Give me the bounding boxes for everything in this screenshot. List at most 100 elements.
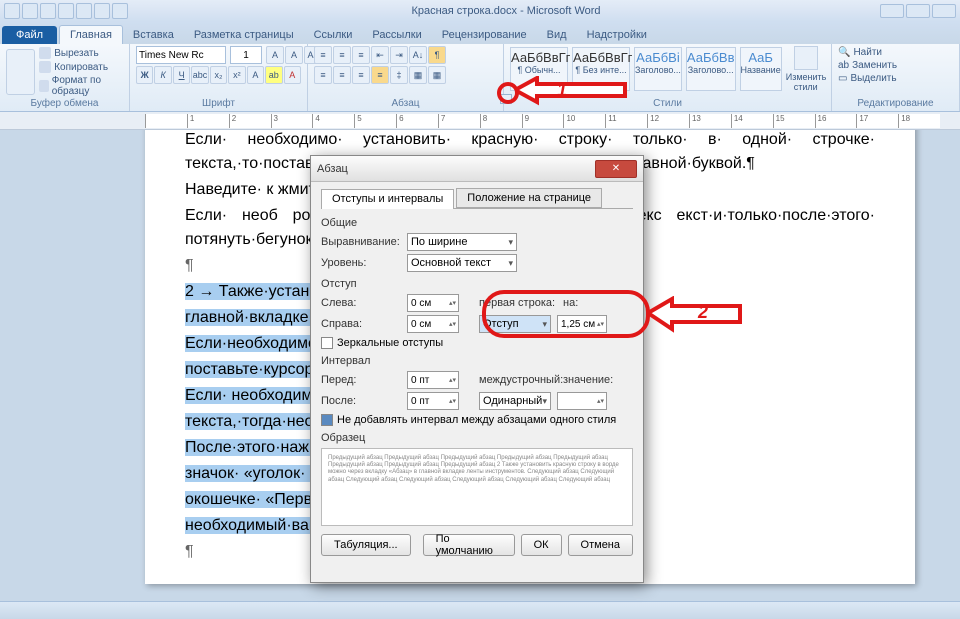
left-spinner[interactable]: 0 см <box>407 294 459 312</box>
ruler-inner[interactable]: 123456789101112131415161718 <box>145 114 940 128</box>
paragraph-dialog-launcher[interactable] <box>500 94 512 104</box>
tab-home[interactable]: Главная <box>59 25 123 44</box>
ok-button[interactable]: ОК <box>521 534 562 556</box>
firstline-select[interactable]: Отступ <box>479 315 551 333</box>
line-select[interactable]: Одинарный <box>479 392 551 410</box>
align-label: Выравнивание: <box>321 236 401 248</box>
bold-button[interactable]: Ж <box>136 66 153 84</box>
group-label: Редактирование <box>838 98 953 109</box>
dialog-close-button[interactable]: ✕ <box>595 160 637 178</box>
left-label: Слева: <box>321 297 401 309</box>
lineat-spinner[interactable] <box>557 392 607 410</box>
group-font: AAAa Ж К Ч abc x₂ x² A ab A Шрифт <box>130 44 308 111</box>
close-button[interactable] <box>932 4 956 18</box>
copy-button[interactable]: Копировать <box>39 60 123 74</box>
bullets-icon[interactable]: ≡ <box>314 46 332 64</box>
outdent-icon[interactable]: ⇤ <box>371 46 389 64</box>
right-spinner[interactable]: 0 см <box>407 315 459 333</box>
undo-icon[interactable] <box>40 3 56 19</box>
change-styles-button[interactable]: Изменить стили <box>786 46 826 92</box>
by-label: на: <box>563 297 587 309</box>
tab-insert[interactable]: Вставка <box>123 26 184 44</box>
before-spinner[interactable]: 0 пт <box>407 371 459 389</box>
highlight-button[interactable]: ab <box>265 66 282 84</box>
default-button[interactable]: По умолчанию <box>423 534 515 556</box>
sort-icon[interactable]: A↓ <box>409 46 427 64</box>
qat-item[interactable] <box>112 3 128 19</box>
tab-view[interactable]: Вид <box>537 26 577 44</box>
redo-icon[interactable] <box>58 3 74 19</box>
italic-button[interactable]: К <box>154 66 171 84</box>
dialog-titlebar[interactable]: Абзац ✕ <box>311 156 643 182</box>
showmarks-icon[interactable]: ¶ <box>428 46 446 64</box>
mirror-check[interactable]: Зеркальные отступы <box>321 337 633 349</box>
strike-button[interactable]: abc <box>191 66 208 84</box>
status-bar <box>0 601 960 619</box>
underline-button[interactable]: Ч <box>173 66 190 84</box>
indent-icon[interactable]: ⇥ <box>390 46 408 64</box>
titlebar: Красная строка.docx - Microsoft Word <box>0 0 960 22</box>
qat-item[interactable] <box>76 3 92 19</box>
grow-font-icon[interactable]: A <box>266 46 284 64</box>
line-label: междустрочный: <box>479 374 557 386</box>
group-label: Абзац <box>314 98 497 109</box>
multilevel-icon[interactable]: ≡ <box>352 46 370 64</box>
section-indent: Отступ <box>321 278 633 290</box>
lineat-label: значение: <box>563 374 607 386</box>
shrink-font-icon[interactable]: A <box>285 46 303 64</box>
by-spinner[interactable]: 1,25 см <box>557 315 607 333</box>
find-icon: 🔍 <box>838 47 850 58</box>
window-title: Красная строка.docx - Microsoft Word <box>132 5 880 17</box>
cut-button[interactable]: Вырезать <box>39 46 123 60</box>
tab-references[interactable]: Ссылки <box>304 26 363 44</box>
effects-button[interactable]: A <box>247 66 264 84</box>
paste-button[interactable] <box>6 49 35 95</box>
dialog-tab-indents[interactable]: Отступы и интервалы <box>321 189 454 209</box>
borders-icon[interactable]: ▦ <box>428 66 446 84</box>
select-button[interactable]: ▭Выделить <box>838 72 953 85</box>
font-size-select[interactable] <box>230 46 262 64</box>
tabstops-button[interactable]: Табуляция... <box>321 534 411 556</box>
tab-layout[interactable]: Разметка страницы <box>184 26 304 44</box>
style-heading1[interactable]: АаБбВіЗаголово... <box>634 47 682 91</box>
line-spacing-icon[interactable]: ‡ <box>390 66 408 84</box>
minimize-button[interactable] <box>880 4 904 18</box>
replace-button[interactable]: abЗаменить <box>838 59 953 72</box>
align-center-icon[interactable]: ≡ <box>333 66 351 84</box>
level-select[interactable]: Основной текст <box>407 254 517 272</box>
align-right-icon[interactable]: ≡ <box>352 66 370 84</box>
style-heading2[interactable]: АаБбВвЗаголово... <box>686 47 736 91</box>
cancel-button[interactable]: Отмена <box>568 534 633 556</box>
style-title[interactable]: АаБНазвание <box>740 47 782 91</box>
maximize-button[interactable] <box>906 4 930 18</box>
tab-review[interactable]: Рецензирование <box>432 26 537 44</box>
tab-mailings[interactable]: Рассылки <box>362 26 431 44</box>
subscript-button[interactable]: x₂ <box>210 66 227 84</box>
preview-box: Предыдущий абзац Предыдущий абзац Предыд… <box>321 448 633 526</box>
after-spinner[interactable]: 0 пт <box>407 392 459 410</box>
superscript-button[interactable]: x² <box>228 66 245 84</box>
shading-icon[interactable]: ▦ <box>409 66 427 84</box>
tab-addins[interactable]: Надстройки <box>577 26 657 44</box>
save-icon[interactable] <box>22 3 38 19</box>
font-family-select[interactable] <box>136 46 226 64</box>
find-button[interactable]: 🔍Найти <box>838 46 953 59</box>
before-label: Перед: <box>321 374 401 386</box>
qat-item[interactable] <box>94 3 110 19</box>
copy-icon <box>39 61 51 73</box>
style-nospacing[interactable]: АаБбВвГг¶ Без инте... <box>572 47 630 91</box>
section-general: Общие <box>321 217 633 229</box>
justify-icon[interactable]: ≡ <box>371 66 389 84</box>
ruler[interactable]: 123456789101112131415161718 <box>0 112 960 130</box>
tab-file[interactable]: Файл <box>2 26 57 44</box>
group-label: Буфер обмена <box>6 98 123 109</box>
font-color-button[interactable]: A <box>284 66 301 84</box>
dialog-tab-position[interactable]: Положение на странице <box>456 188 602 208</box>
align-left-icon[interactable]: ≡ <box>314 66 332 84</box>
nospace-check[interactable]: Не добавлять интервал между абзацами одн… <box>321 414 633 426</box>
numbering-icon[interactable]: ≡ <box>333 46 351 64</box>
format-painter-button[interactable]: Формат по образцу <box>39 74 123 98</box>
ribbon-tabs: Файл Главная Вставка Разметка страницы С… <box>0 22 960 44</box>
style-normal[interactable]: АаБбВвГг¶ Обычн... <box>510 47 568 91</box>
align-select[interactable]: По ширине <box>407 233 517 251</box>
